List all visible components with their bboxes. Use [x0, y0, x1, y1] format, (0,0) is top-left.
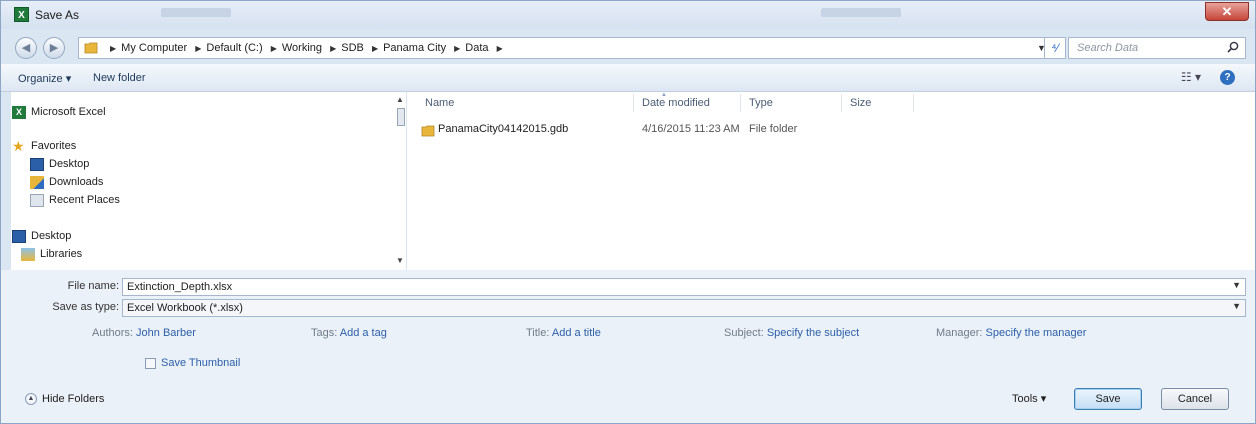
- hide-folders-button[interactable]: ▲ Hide Folders: [25, 393, 104, 405]
- save-button[interactable]: Save: [1074, 388, 1142, 410]
- excel-icon: X: [14, 7, 29, 22]
- title-field: Title: Add a title: [526, 327, 601, 339]
- address-row: ◀ ▶ ▶ My Computer ▶ Default (C:) ▶ Working …: [1, 30, 1255, 64]
- breadcrumb-item[interactable]: Working: [282, 42, 322, 54]
- sidebar-item-libraries[interactable]: Libraries: [21, 246, 82, 262]
- views-icon[interactable]: ☷ ▾: [1181, 70, 1201, 84]
- organize-button[interactable]: Organize ▾: [18, 72, 71, 85]
- tags-label: Tags:: [311, 327, 338, 339]
- column-divider[interactable]: [913, 94, 914, 112]
- sidebar-item-label: Downloads: [49, 176, 104, 188]
- search-input[interactable]: Search Data: [1068, 37, 1246, 59]
- authors-label: Authors:: [92, 327, 133, 339]
- subject-field: Subject: Specify the subject: [724, 327, 859, 339]
- sidebar-item-label: Libraries: [40, 248, 83, 260]
- save-thumbnail-checkbox[interactable]: [145, 358, 156, 369]
- file-name-field[interactable]: Extinction_Depth.xlsx ▼: [122, 278, 1246, 296]
- address-bar[interactable]: ▶ My Computer ▶ Default (C:) ▶ Working ▶ SDB…: [78, 37, 1063, 59]
- table-row[interactable]: PanamaCity04142015.gdb 4/16/2015 11:23 A…: [419, 120, 1219, 140]
- excel-icon: X: [12, 105, 26, 119]
- downloads-icon: [30, 175, 44, 189]
- column-header-name[interactable]: Name: [425, 97, 454, 109]
- breadcrumb-item[interactable]: My Computer: [121, 42, 187, 54]
- sidebar-item-microsoft-excel[interactable]: X Microsoft Excel: [12, 104, 106, 120]
- date-modified-cell: 4/16/2015 11:23 AM: [642, 123, 740, 135]
- search-placeholder: Search Data: [1077, 42, 1139, 54]
- title-bar[interactable]: X Save As ✕: [1, 1, 1255, 29]
- refresh-button[interactable]: ⁴⁄: [1044, 37, 1066, 59]
- save-type-value: Excel Workbook (*.xlsx): [127, 302, 243, 314]
- libraries-icon: [21, 247, 35, 261]
- save-thumbnail-label[interactable]: Save Thumbnail: [161, 357, 240, 369]
- scroll-thumb[interactable]: [397, 108, 405, 126]
- folder-icon: [421, 125, 435, 137]
- breadcrumb: ▶ My Computer ▶ Default (C:) ▶ Working ▶ SDB…: [110, 42, 503, 54]
- sidebar-item-downloads[interactable]: Downloads: [30, 174, 103, 190]
- sidebar-item-label: Recent Places: [49, 194, 120, 206]
- breadcrumb-item[interactable]: Data: [465, 42, 488, 54]
- breadcrumb-item[interactable]: Panama City: [383, 42, 446, 54]
- column-divider[interactable]: [841, 94, 842, 112]
- search-icon: [1227, 41, 1239, 53]
- background-blur: [821, 8, 901, 17]
- sidebar-item-favorites[interactable]: ★ Favorites: [12, 138, 76, 154]
- column-divider[interactable]: [740, 94, 741, 112]
- recent-places-icon: [30, 193, 44, 207]
- sidebar-item-label: Desktop: [49, 158, 90, 170]
- title-label: Title:: [526, 327, 550, 339]
- file-name-value: Extinction_Depth.xlsx: [127, 281, 233, 293]
- tags-value[interactable]: Add a tag: [340, 327, 387, 339]
- folder-icon: [84, 42, 98, 54]
- subject-label: Subject:: [724, 327, 764, 339]
- save-type-label: Save as type:: [52, 301, 119, 313]
- chevron-down-icon[interactable]: ▼: [1232, 280, 1241, 290]
- tools-button[interactable]: Tools ▾: [1012, 392, 1046, 405]
- file-list: ▲ Name Date modified Type Size PanamaCit…: [407, 92, 1255, 270]
- hide-folders-label: Hide Folders: [42, 393, 105, 405]
- window-title: Save As: [35, 8, 80, 22]
- scroll-up-icon[interactable]: ▲: [396, 95, 404, 104]
- navigation-pane: X Microsoft Excel ★ Favorites Desktop Do…: [11, 92, 406, 270]
- help-icon[interactable]: ?: [1220, 70, 1235, 85]
- sidebar-item-desktop-root[interactable]: Desktop: [12, 228, 71, 244]
- column-header-type[interactable]: Type: [749, 97, 773, 109]
- forward-button[interactable]: ▶: [43, 37, 65, 59]
- authors-value[interactable]: John Barber: [136, 327, 196, 339]
- breadcrumb-item[interactable]: Default (C:): [206, 42, 262, 54]
- column-header-size[interactable]: Size: [850, 97, 871, 109]
- close-button[interactable]: ✕: [1205, 2, 1249, 21]
- breadcrumb-item[interactable]: SDB: [341, 42, 364, 54]
- manager-field: Manager: Specify the manager: [936, 327, 1086, 339]
- manager-value[interactable]: Specify the manager: [986, 327, 1087, 339]
- background-blur: [161, 8, 231, 17]
- title-value[interactable]: Add a title: [552, 327, 601, 339]
- scroll-down-icon[interactable]: ▼: [396, 256, 404, 265]
- file-name-cell: PanamaCity04142015.gdb: [438, 123, 569, 135]
- chevron-down-icon[interactable]: ▼: [1232, 301, 1241, 311]
- sidebar-item-label: Desktop: [31, 230, 72, 242]
- authors-field: Authors: John Barber: [92, 327, 196, 339]
- subject-value[interactable]: Specify the subject: [767, 327, 859, 339]
- sidebar-item-desktop[interactable]: Desktop: [30, 156, 89, 172]
- nav-scrollbar[interactable]: ▲ ▼: [395, 92, 406, 270]
- file-name-label: File name:: [67, 280, 119, 292]
- save-type-select[interactable]: Excel Workbook (*.xlsx) ▼: [122, 299, 1246, 317]
- desktop-icon: [12, 229, 26, 243]
- cancel-button[interactable]: Cancel: [1161, 388, 1229, 410]
- sidebar-item-label: Favorites: [31, 140, 77, 152]
- column-header-date[interactable]: Date modified: [642, 97, 710, 109]
- chevron-up-icon: ▲: [25, 393, 37, 405]
- save-as-dialog: X Save As ✕ ◀ ▶ ▶ My Computer ▶ Default (C…: [0, 0, 1256, 424]
- desktop-icon: [30, 157, 44, 171]
- sidebar-item-recent-places[interactable]: Recent Places: [30, 192, 120, 208]
- new-folder-button[interactable]: New folder: [93, 72, 146, 84]
- star-icon: ★: [12, 137, 25, 154]
- sidebar-item-label: Microsoft Excel: [31, 106, 106, 118]
- toolbar: Organize ▾ New folder ☷ ▾ ?: [1, 64, 1255, 92]
- tags-field: Tags: Add a tag: [311, 327, 387, 339]
- column-divider[interactable]: [633, 94, 634, 112]
- type-cell: File folder: [749, 123, 798, 135]
- back-button[interactable]: ◀: [15, 37, 37, 59]
- manager-label: Manager:: [936, 327, 983, 339]
